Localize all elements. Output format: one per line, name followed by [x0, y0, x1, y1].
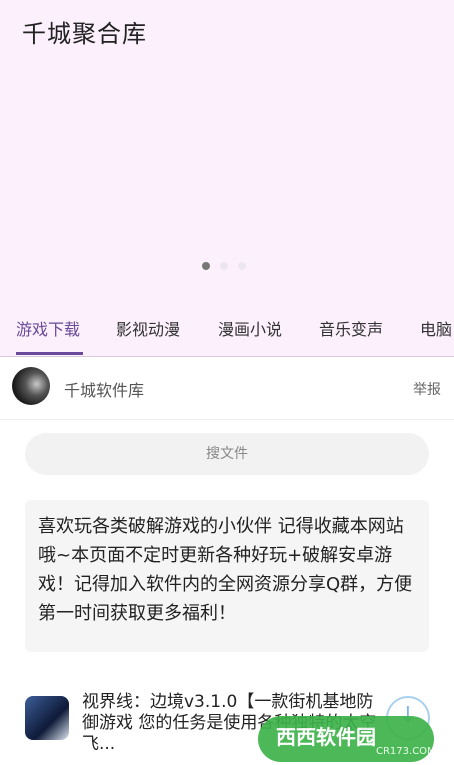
active-tab-indicator: [16, 352, 83, 355]
tab-games[interactable]: 游戏下载: [16, 316, 80, 340]
tab-comics-novels[interactable]: 漫画小说: [218, 316, 282, 340]
tab-pc[interactable]: 电脑: [420, 316, 452, 340]
app-icon[interactable]: [25, 696, 69, 740]
header-banner: 千城聚合库: [0, 0, 454, 300]
page-title: 千城聚合库: [22, 20, 147, 48]
tab-music-voice[interactable]: 音乐变声: [319, 316, 383, 340]
publisher-name[interactable]: 千城软件库: [64, 377, 144, 401]
avatar[interactable]: [12, 367, 50, 405]
carousel-dot[interactable]: [220, 262, 228, 270]
watermark-main: 西西软件园: [276, 725, 376, 749]
publisher-row: 千城软件库 举报: [0, 357, 454, 419]
tab-video-anime[interactable]: 影视动漫: [116, 316, 180, 340]
watermark-sub: CR173.COM: [376, 746, 434, 757]
carousel-dots: [202, 262, 246, 270]
report-button[interactable]: 举报: [413, 379, 441, 399]
carousel-dot[interactable]: [202, 262, 210, 270]
watermark-logo: 西西软件园 CR173.COM: [258, 716, 434, 762]
notice-text: 喜欢玩各类破解游戏的小伙伴 记得收藏本网站哦~本页面不定时更新各种好玩+破解安卓…: [25, 500, 429, 652]
search-input[interactable]: 搜文件: [25, 433, 429, 475]
carousel-dot[interactable]: [238, 262, 246, 270]
category-tabs: 游戏下载 影视动漫 漫画小说 音乐变声 电脑: [0, 300, 454, 357]
divider: [0, 419, 454, 420]
